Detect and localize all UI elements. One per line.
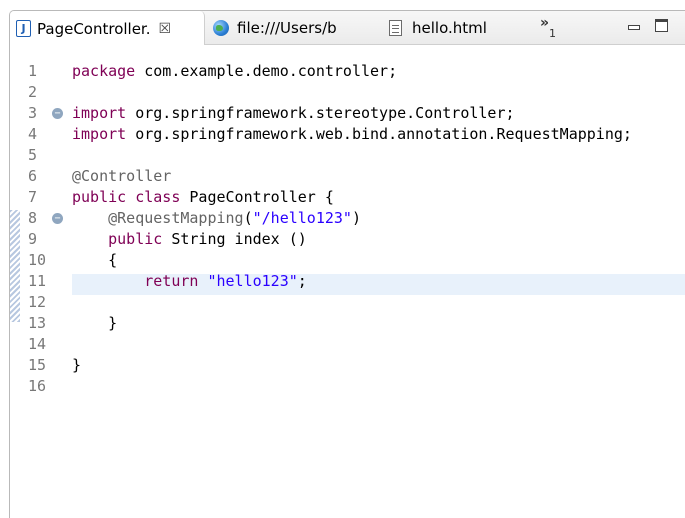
text-token: org.springframework.stereotype.Controlle… xyxy=(126,104,515,122)
code-line[interactable]: 3− import org.springframework.stereotype.… xyxy=(10,103,685,124)
text-token: } xyxy=(72,314,118,332)
tab-browser[interactable]: file:///Users/b xyxy=(211,11,381,45)
text-token: ) xyxy=(351,209,361,227)
line-number: 9 xyxy=(28,230,38,248)
line-number: 4 xyxy=(28,125,38,143)
keyword-token: public xyxy=(72,188,127,206)
line-text: @RequestMapping("/hello123") xyxy=(72,208,361,229)
annotation-token: @Controller xyxy=(72,167,172,185)
string-token: "hello123" xyxy=(207,272,298,290)
overflow-count: 1 xyxy=(549,26,557,40)
keyword-token: package xyxy=(72,62,136,80)
line-text: public String index () xyxy=(72,229,307,250)
code-line[interactable]: 12 xyxy=(10,292,685,313)
line-number: 1 xyxy=(28,62,38,80)
fold-toggle-icon[interactable]: − xyxy=(52,213,63,224)
annotation-token: @RequestMapping xyxy=(108,209,244,227)
fold-toggle-icon[interactable]: − xyxy=(52,108,63,119)
tab-overflow-button[interactable]: »1 xyxy=(540,15,556,40)
text-token: com.example.demo.controller; xyxy=(135,62,398,80)
line-text: import org.springframework.stereotype.Co… xyxy=(72,103,515,124)
line-number: 7 xyxy=(28,188,38,206)
code-line[interactable]: 9 public String index () xyxy=(10,229,685,250)
code-line[interactable]: 13 } xyxy=(10,313,685,334)
line-number: 13 xyxy=(28,314,47,332)
line-text: { xyxy=(72,250,117,271)
keyword-token: import xyxy=(72,125,127,143)
text-token: PageController { xyxy=(180,188,334,206)
code-area[interactable]: 1 package com.example.demo.controller; 2 3−… xyxy=(10,61,685,397)
line-number: 10 xyxy=(28,251,47,269)
line-number: 12 xyxy=(28,293,47,311)
code-line[interactable]: 16 xyxy=(10,376,685,397)
tab-hello-html[interactable]: hello.html xyxy=(387,11,517,45)
code-editor[interactable]: 1 package com.example.demo.controller; 2 3−… xyxy=(10,45,685,518)
text-token: ( xyxy=(243,209,253,227)
code-line[interactable]: 10 { xyxy=(10,250,685,271)
code-line[interactable]: 7 public class PageController { xyxy=(10,187,685,208)
code-line[interactable]: 11 return "hello123"; xyxy=(10,271,685,292)
code-line[interactable]: 15} xyxy=(10,355,685,376)
line-text: public class PageController { xyxy=(72,187,334,208)
keyword-token: return xyxy=(144,272,199,290)
text-token: ; xyxy=(297,272,307,290)
code-line[interactable]: 14 xyxy=(10,334,685,355)
tab-label: PageController. xyxy=(37,19,151,38)
keyword-token: class xyxy=(135,188,181,206)
editor-tab-bar: J PageController. ☒ file:///Users/b hell… xyxy=(10,11,685,46)
line-text: import org.springframework.web.bind.anno… xyxy=(72,124,632,145)
java-file-icon: J xyxy=(16,20,31,37)
text-token: String index () xyxy=(162,230,307,248)
close-tab-icon[interactable]: ☒ xyxy=(159,21,172,37)
line-number: 11 xyxy=(28,272,47,290)
line-number: 6 xyxy=(28,167,38,185)
minimize-button[interactable] xyxy=(628,25,640,30)
html-file-icon xyxy=(389,20,402,36)
tab-page-controller[interactable]: J PageController. ☒ xyxy=(10,11,205,46)
code-line[interactable]: 6 @Controller xyxy=(10,166,685,187)
line-text: return "hello123"; xyxy=(72,271,307,292)
line-number: 16 xyxy=(28,377,47,395)
keyword-token: public xyxy=(108,230,163,248)
line-text: package com.example.demo.controller; xyxy=(72,61,397,82)
code-line[interactable]: 5 xyxy=(10,145,685,166)
line-number: 14 xyxy=(28,335,47,353)
text-token: org.springframework.web.bind.annotation.… xyxy=(126,125,632,143)
editor-window: J PageController. ☒ file:///Users/b hell… xyxy=(9,10,685,518)
text-token: } xyxy=(72,356,82,374)
code-line[interactable]: 8− @RequestMapping("/hello123") xyxy=(10,208,685,229)
tab-label: file:///Users/b xyxy=(237,19,337,37)
line-text: @Controller xyxy=(72,166,171,187)
line-text: } xyxy=(72,313,117,334)
line-number: 5 xyxy=(28,146,38,164)
chevron-double-right-icon: » xyxy=(540,15,550,31)
keyword-token: import xyxy=(72,104,127,122)
string-token: "/hello123" xyxy=(252,209,352,227)
globe-icon xyxy=(213,20,229,36)
tab-label: hello.html xyxy=(412,19,487,37)
line-number: 15 xyxy=(28,356,47,374)
line-number: 2 xyxy=(28,83,38,101)
text-token: { xyxy=(72,251,118,269)
code-line[interactable]: 4 import org.springframework.web.bind.ann… xyxy=(10,124,685,145)
code-line[interactable]: 2 xyxy=(10,82,685,103)
line-text: } xyxy=(72,355,81,376)
maximize-button[interactable] xyxy=(655,19,668,32)
code-line[interactable]: 1 package com.example.demo.controller; xyxy=(10,61,685,82)
